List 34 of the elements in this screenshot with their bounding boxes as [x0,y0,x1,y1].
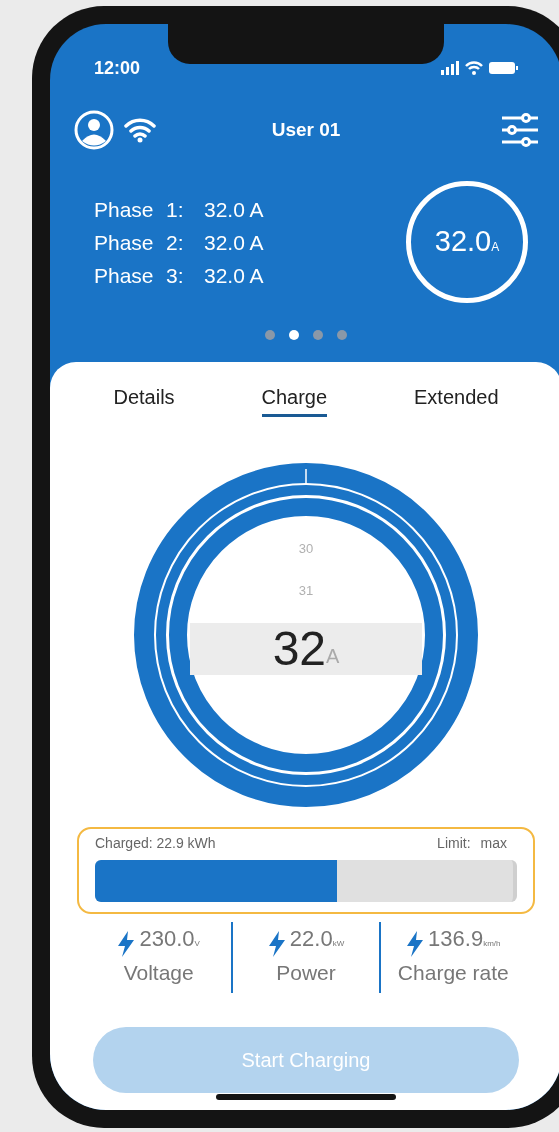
stat-value: 230.0V [139,926,200,953]
phase-current: 32.0 A [204,196,264,223]
tab[interactable]: Extended [414,382,499,417]
wifi-icon [465,60,483,76]
phase-label: Phase [94,196,155,223]
battery-icon [489,62,518,74]
phase-number: 3: [166,262,185,289]
settings-sliders-icon[interactable] [502,113,538,147]
tab[interactable]: Details [113,382,175,417]
stat-label: Charge rate [397,960,509,986]
lightning-bolt-icon [117,931,136,957]
stat-value: 136.9km/h [428,926,501,953]
limit-value: max [480,834,507,853]
user-avatar-icon[interactable] [74,110,114,150]
stat-value: 22.0kW [289,926,345,953]
phase-label: Phase [94,262,155,289]
lightning-bolt-icon [267,931,286,957]
total-current-value: 32.0A [434,224,500,260]
wifi-icon [124,117,156,143]
charged-amount: Charged: 22.9 kWh [95,834,216,853]
tab[interactable]: Charge [261,382,328,417]
stat-label: Voltage [123,960,194,986]
status-time: 12:00 [94,56,141,80]
lightning-bolt-icon [406,931,425,957]
phase-number: 2: [166,229,185,256]
limit-label: Limit: [437,834,471,853]
phase-current: 32.0 A [204,262,264,289]
picker-selected-value[interactable]: 32A [190,623,422,675]
signal-bars-icon [441,60,459,76]
phase-number: 1: [166,196,185,223]
header-title: User 01 [271,117,341,142]
phase-label: Phase [94,229,155,256]
stat-label: Power [276,960,336,986]
phase-current: 32.0 A [204,229,264,256]
